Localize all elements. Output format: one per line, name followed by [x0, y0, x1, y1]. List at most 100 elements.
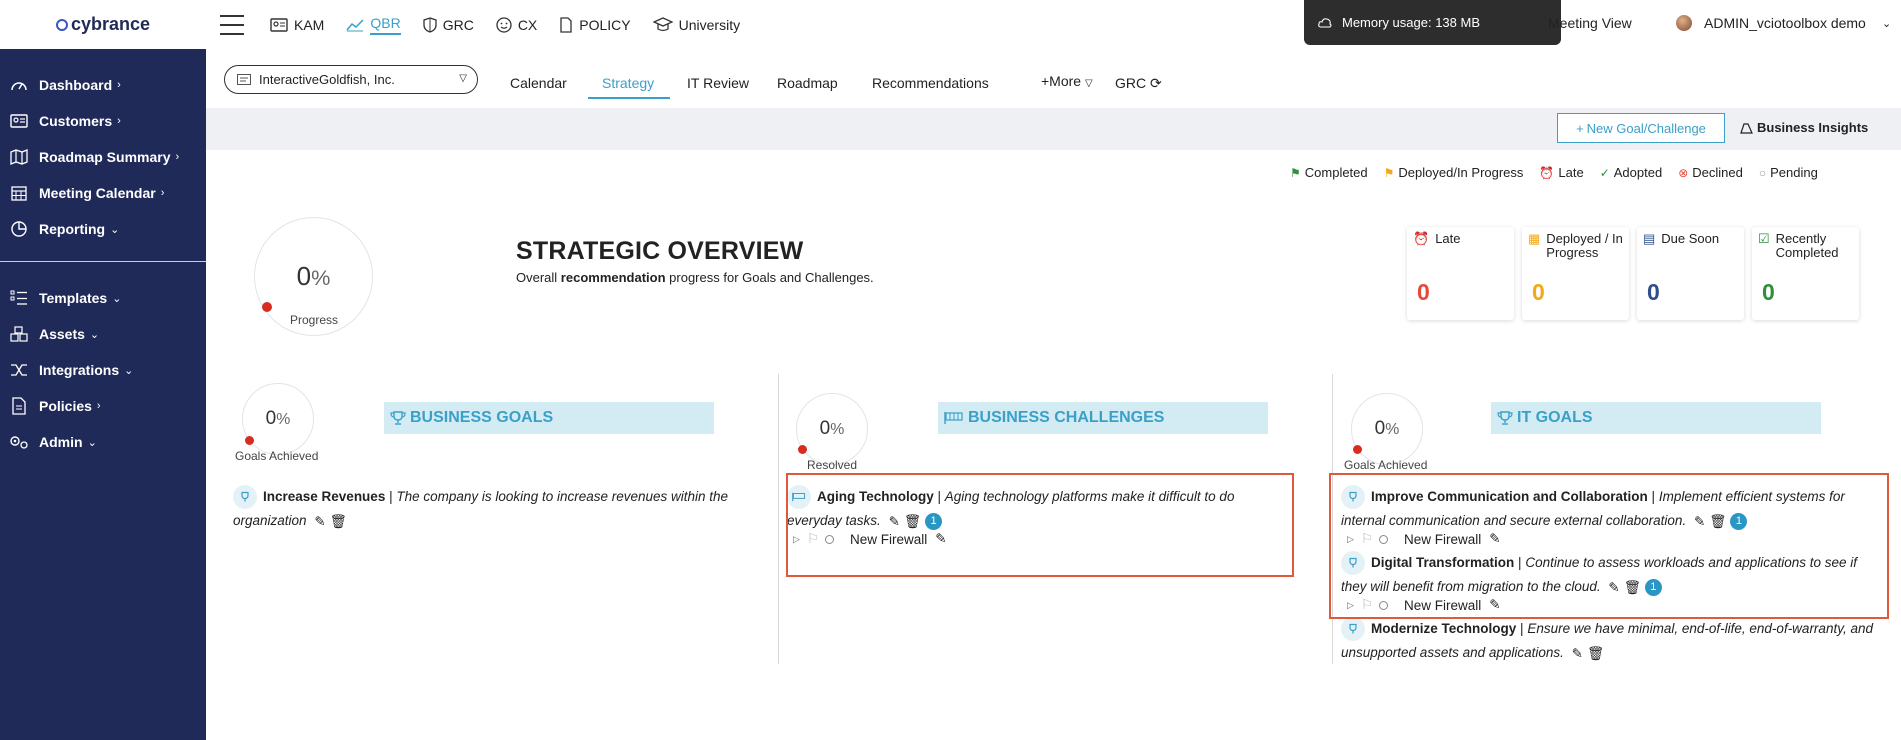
stat-value: 0 [1532, 279, 1545, 305]
legend-late: ⏰ Late [1539, 165, 1583, 180]
sidebar-item-admin[interactable]: Admin ⌄ [0, 424, 206, 460]
legend-label: Deployed/In Progress [1398, 165, 1524, 180]
column-title: BUSINESS GOALS [410, 409, 554, 426]
sidebar-item-label: Admin [39, 434, 83, 450]
pie-chart-icon [9, 220, 29, 238]
sidebar-item-templates[interactable]: Templates ⌄ [0, 280, 206, 316]
trash-icon[interactable]: 🗑 [1587, 642, 1604, 666]
it-goal-entry[interactable]: Modernize Technology | Ensure we have mi… [1341, 617, 1881, 666]
trash-icon[interactable]: 🗑 [330, 510, 347, 534]
stat-card-recently-completed[interactable]: ☑ Recently Completed 0 [1752, 227, 1859, 320]
tab-label: KAM [294, 16, 325, 33]
business-insights-button[interactable]: Business Insights [1740, 120, 1868, 135]
chevron-down-icon[interactable]: ⌄ [1882, 17, 1891, 30]
stat-card-due-soon[interactable]: ▤ Due Soon 0 [1637, 227, 1744, 320]
sidebar-item-policies[interactable]: Policies › [0, 388, 206, 424]
entry-title[interactable]: Modernize Technology [1371, 621, 1516, 636]
brand-logo[interactable]: cybrance [0, 0, 206, 49]
entry-title[interactable]: Increase Revenues [263, 489, 385, 504]
stat-value: 0 [1762, 279, 1775, 305]
tab-more[interactable]: +More ▽ [1041, 73, 1093, 89]
meeting-view-link[interactable]: Meeting View [1548, 15, 1632, 31]
it-goals-value: 0% [1374, 418, 1400, 439]
new-goal-label: New Goal/Challenge [1586, 120, 1706, 136]
sidebar: cybrance Dashboard › Customers › Roadmap… [0, 0, 206, 740]
sidebar-item-label: Meeting Calendar [39, 185, 156, 201]
goal-entry[interactable]: Increase Revenues | The company is looki… [233, 485, 753, 534]
tab-qbr[interactable]: QBR [346, 0, 401, 49]
tab-grc-sub[interactable]: GRC ⟳ [1115, 75, 1162, 92]
edit-icon[interactable]: ✎ [314, 510, 325, 534]
status-dot [262, 302, 272, 312]
list-icon [9, 289, 29, 307]
chevron-down-icon: ⌄ [89, 328, 100, 341]
tab-kam[interactable]: KAM [270, 0, 324, 49]
trophy-icon [1341, 617, 1365, 642]
user-menu[interactable]: ADMIN_vciotoolbox demo [1676, 15, 1866, 31]
check-circle-icon: ✓ [1599, 165, 1610, 180]
chevron-right-icon: › [96, 400, 101, 412]
goals-value: 0% [265, 408, 291, 429]
sidebar-item-label: Integrations [39, 362, 120, 378]
chevron-down-icon: ▽ [459, 73, 467, 84]
tab-grc[interactable]: GRC [423, 0, 474, 49]
memory-usage-text: Memory usage: 138 MB [1342, 15, 1481, 30]
challenges-ring: 0% [796, 393, 868, 465]
sidebar-item-label: Templates [39, 290, 108, 306]
business-challenges-header: BUSINESS CHALLENGES [938, 402, 1268, 434]
tab-label: QBR [370, 15, 401, 35]
stat-card-late[interactable]: ⏰ Late 0 [1407, 227, 1514, 320]
page-subtitle: Overall recommendation progress for Goal… [516, 270, 874, 285]
sidebar-item-label: Customers [39, 113, 113, 129]
status-dot [1353, 445, 1362, 454]
shield-icon [423, 16, 437, 33]
stat-label: Deployed / In Progress [1546, 231, 1623, 260]
chevron-down-icon: ▽ [1084, 78, 1093, 89]
tab-cx[interactable]: CX [496, 0, 537, 49]
sidebar-item-reporting[interactable]: Reporting ⌄ [0, 211, 206, 247]
hamburger-menu-icon[interactable] [220, 14, 244, 35]
stat-card-deployed[interactable]: ▦ Deployed / In Progress 0 [1522, 227, 1629, 320]
flag-icon: ⚑ [1290, 165, 1301, 180]
plus-icon: + [1576, 120, 1584, 136]
tab-grc-label: GRC [1115, 75, 1147, 91]
sidebar-item-roadmap-summary[interactable]: Roadmap Summary › [0, 139, 206, 175]
stat-label: Late [1435, 231, 1461, 246]
sidebar-item-dashboard[interactable]: Dashboard › [0, 67, 206, 103]
sidebar-item-label: Roadmap Summary [39, 149, 171, 165]
tab-label: CX [517, 16, 538, 33]
sidebar-item-meeting-calendar[interactable]: Meeting Calendar › [0, 175, 206, 211]
tab-policy[interactable]: POLICY [559, 0, 631, 49]
calendar-clock-icon: ▤ [1643, 231, 1656, 246]
edit-icon[interactable]: ✎ [1572, 642, 1583, 666]
tab-university[interactable]: University [652, 0, 740, 49]
chevron-right-icon: › [117, 79, 121, 91]
sidebar-divider [0, 261, 206, 262]
stat-label: Recently Completed [1775, 231, 1839, 260]
column-title: IT GOALS [1517, 409, 1593, 426]
x-circle-icon: ⊗ [1678, 165, 1689, 180]
avatar [1676, 15, 1692, 31]
document-icon [9, 397, 29, 415]
sidebar-item-customers[interactable]: Customers › [0, 103, 206, 139]
sidebar-item-integrations[interactable]: Integrations ⌄ [0, 352, 206, 388]
tab-strategy[interactable]: Strategy [602, 75, 654, 91]
user-name: ADMIN_vciotoolbox demo [1704, 15, 1866, 31]
status-legend: ⚑ Completed ⚑ Deployed/In Progress ⏰ Late ✓… [1290, 165, 1834, 180]
new-goal-challenge-button[interactable]: + New Goal/Challenge [1557, 113, 1725, 143]
alarm-icon: ⏰ [1539, 165, 1555, 180]
id-card-icon [270, 17, 288, 32]
tab-it-review[interactable]: IT Review [687, 75, 749, 91]
id-card-icon [237, 74, 251, 85]
tab-roadmap[interactable]: Roadmap [777, 75, 838, 91]
cloud-icon [1318, 17, 1332, 28]
sidebar-item-assets[interactable]: Assets ⌄ [0, 316, 206, 352]
business-goals-header: BUSINESS GOALS [384, 402, 714, 434]
tab-calendar[interactable]: Calendar [510, 75, 567, 91]
legend-label: Declined [1692, 165, 1743, 180]
sidebar-item-label: Assets [39, 326, 85, 342]
legend-adopted: ✓ Adopted [1600, 165, 1663, 180]
tab-recommendations[interactable]: Recommendations [872, 75, 989, 91]
goals-caption: Goals Achieved [235, 449, 319, 463]
customer-select[interactable]: InteractiveGoldfish, Inc. ▽ [224, 65, 478, 94]
